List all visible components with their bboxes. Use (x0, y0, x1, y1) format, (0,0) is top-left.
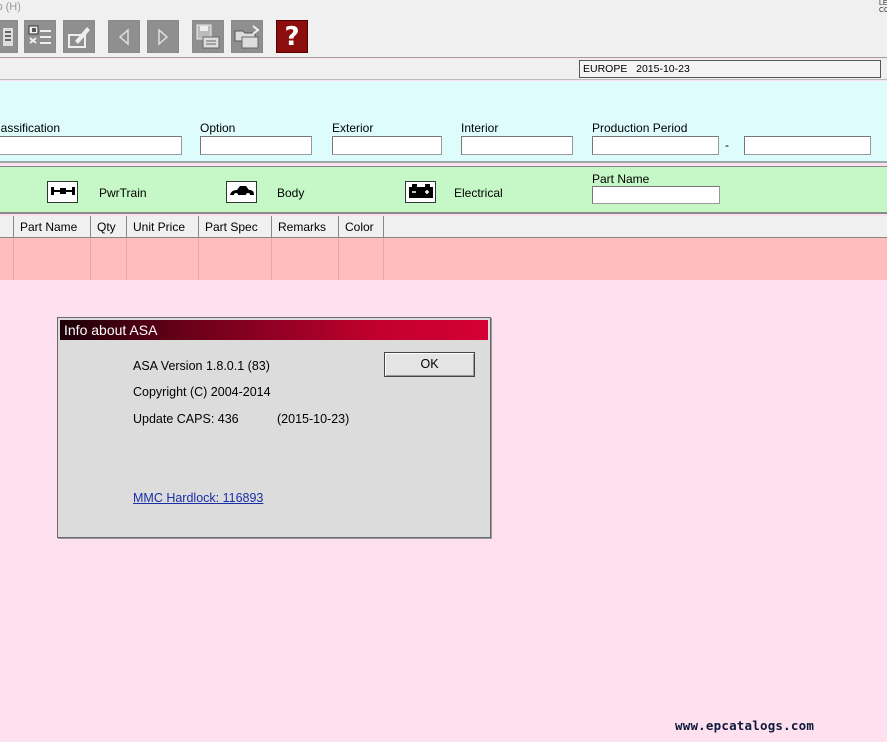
help-icon: ? (284, 21, 300, 52)
update-caps-text: Update CAPS: 436 (133, 412, 239, 426)
interior-field[interactable] (461, 136, 573, 155)
table-cell (127, 238, 199, 280)
car-body-icon (229, 184, 255, 201)
column-header-qty[interactable]: Qty (91, 216, 127, 238)
open-icon (233, 23, 261, 51)
column-header-part-spec[interactable]: Part Spec (199, 216, 272, 238)
save-button[interactable] (192, 20, 224, 53)
period-separator: - (725, 138, 729, 152)
save-icon (194, 23, 222, 51)
column-header-index[interactable] (0, 216, 14, 238)
axle-icon (50, 184, 76, 201)
interior-label: Interior (461, 121, 499, 135)
open-button[interactable] (231, 20, 263, 53)
column-header-part-name[interactable]: Part Name (14, 216, 91, 238)
watermark-text: www.epcatalogs.com (675, 718, 815, 733)
window-controls[interactable]: LE CC (879, 0, 887, 16)
table-cell (91, 238, 127, 280)
edit-button[interactable] (63, 20, 95, 53)
table-row[interactable] (0, 238, 887, 280)
table-cell (14, 238, 91, 280)
column-header-unit-price[interactable]: Unit Price (127, 216, 199, 238)
column-header-remarks[interactable]: Remarks (272, 216, 339, 238)
region-date-box: EUROPE 2015-10-23 (579, 60, 881, 78)
pwrtrain-button[interactable] (47, 181, 78, 203)
about-dialog: Info about ASA ASA Version 1.8.0.1 (83) … (57, 317, 491, 538)
filter-panel: lassification Option Exterior Interior P… (0, 81, 887, 163)
update-date-text: (2015-10-23) (277, 412, 350, 426)
search-icon (0, 24, 15, 50)
edit-icon (65, 23, 93, 51)
list-button[interactable] (24, 20, 56, 53)
table-cell (339, 238, 384, 280)
option-label: Option (200, 121, 236, 135)
battery-icon (408, 183, 434, 202)
body-button[interactable] (226, 181, 257, 203)
menu-bar: lp (H) LECC (0, 0, 887, 16)
help-button[interactable]: ? (276, 20, 308, 53)
copyright-text: Copyright (C) 2004-2014 (133, 385, 271, 399)
table-header: Part Name Qty Unit Price Part Spec Remar… (0, 216, 887, 238)
menu-help[interactable]: lp (H) (0, 0, 21, 14)
search-button[interactable] (0, 20, 18, 53)
pwrtrain-label: PwrTrain (99, 186, 147, 200)
body-label: Body (277, 186, 305, 200)
dialog-title-bar[interactable]: Info about ASA (60, 320, 488, 340)
exterior-label: Exterior (332, 121, 374, 135)
region-label: EUROPE (583, 63, 628, 75)
production-period-to-field[interactable] (744, 136, 871, 155)
toolbar: ? (0, 16, 887, 58)
table-cell (199, 238, 272, 280)
option-field[interactable] (200, 136, 312, 155)
column-header-color[interactable]: Color (339, 216, 384, 238)
next-icon (153, 27, 173, 47)
prev-icon (114, 27, 134, 47)
part-name-search-field[interactable] (592, 186, 720, 204)
production-period-from-field[interactable] (592, 136, 719, 155)
next-button[interactable] (147, 20, 179, 53)
list-icon (26, 23, 54, 51)
classification-field[interactable] (0, 136, 182, 155)
hardlock-link[interactable]: MMC Hardlock: 116893 (133, 491, 263, 505)
table-cell (0, 238, 14, 280)
part-name-label: Part Name (592, 172, 650, 186)
table-cell (272, 238, 339, 280)
category-bar: PwrTrain Body Electrical Part Name (0, 166, 887, 214)
exterior-field[interactable] (332, 136, 442, 155)
electrical-label: Electrical (454, 186, 503, 200)
ok-button[interactable]: OK (384, 352, 475, 377)
catalog-date: 2015-10-23 (636, 63, 690, 75)
previous-button[interactable] (108, 20, 140, 53)
version-text: ASA Version 1.8.0.1 (83) (133, 359, 270, 373)
electrical-button[interactable] (405, 181, 436, 203)
classification-label: lassification (0, 121, 61, 135)
production-period-label: Production Period (592, 121, 688, 135)
status-line: EUROPE 2015-10-23 (0, 59, 887, 80)
